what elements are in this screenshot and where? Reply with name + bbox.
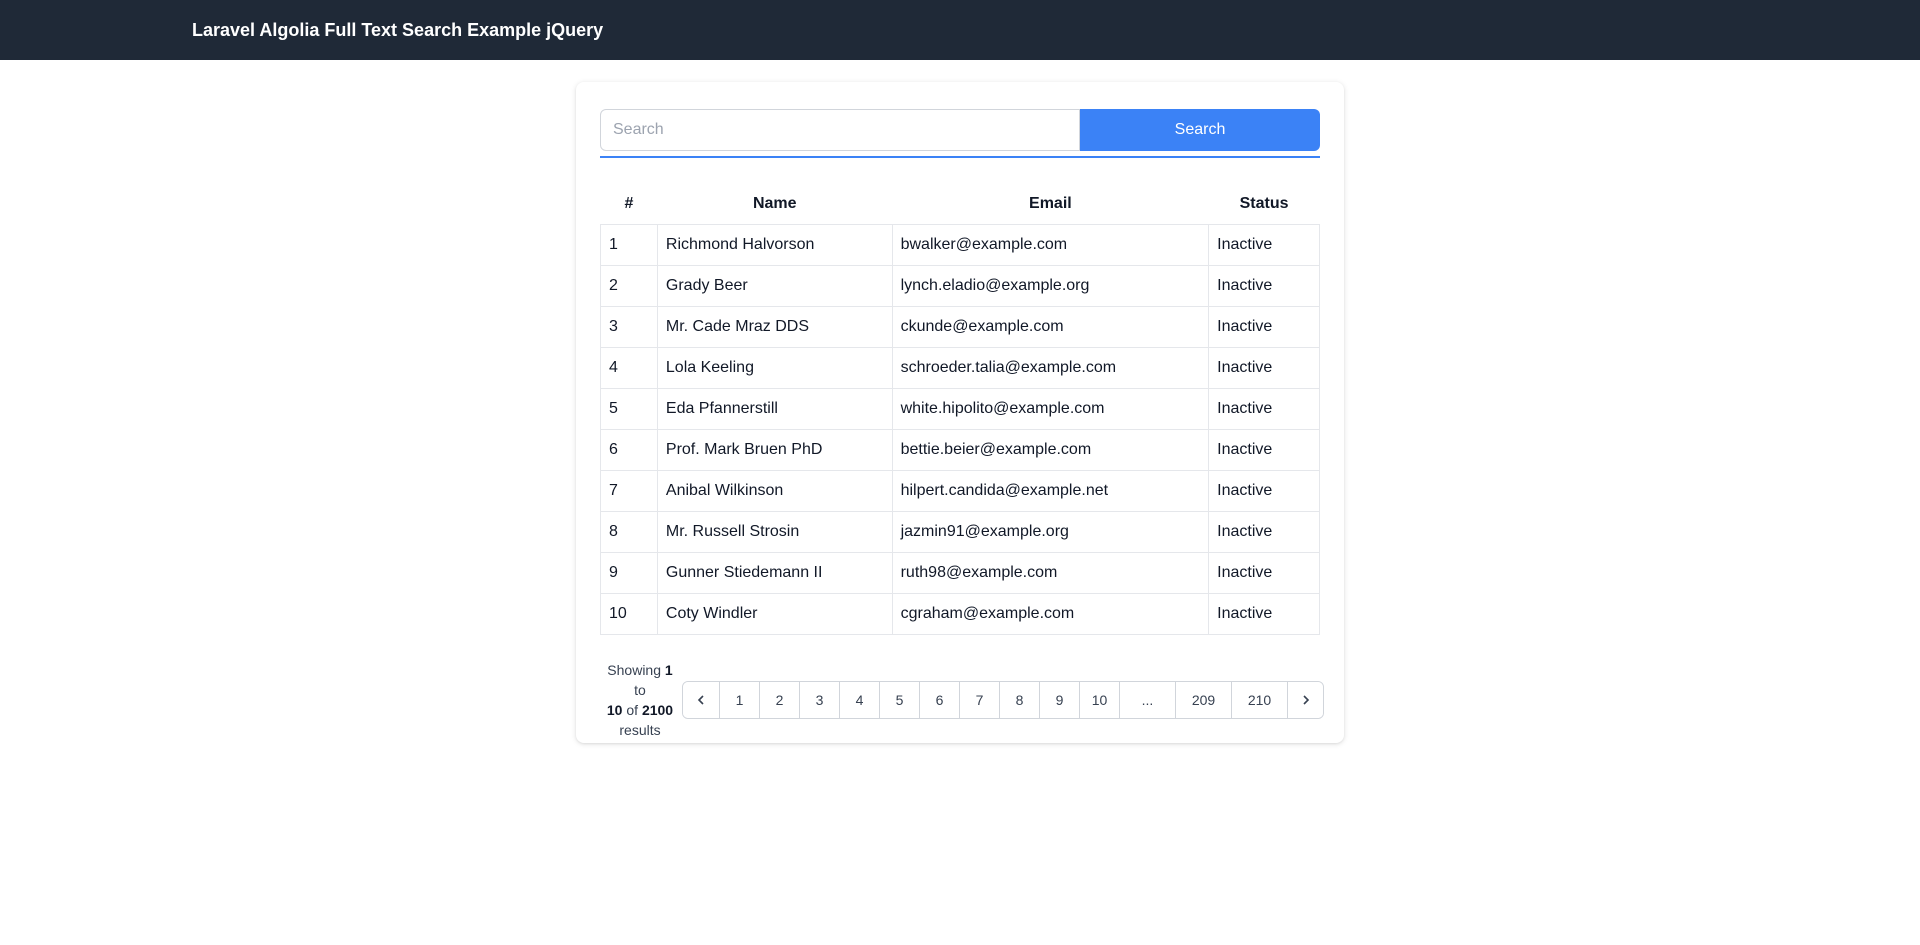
page-ellipsis: ... xyxy=(1119,682,1175,718)
results-total: 2100 xyxy=(641,702,674,718)
row-status: Inactive xyxy=(1208,511,1320,553)
row-status: Inactive xyxy=(1208,593,1320,635)
row-name: Coty Windler xyxy=(656,593,893,635)
search-button[interactable]: Search xyxy=(1080,109,1320,151)
table-row: 8 Mr. Russell Strosin jazmin91@example.org… xyxy=(600,511,1320,553)
column-header-email: Email xyxy=(1029,195,1072,212)
row-number: 8 xyxy=(600,511,658,553)
row-name: Mr. Cade Mraz DDS xyxy=(656,306,893,348)
row-number: 7 xyxy=(600,470,658,512)
page-button[interactable]: 5 xyxy=(879,682,919,718)
showing-label: Showing xyxy=(607,662,661,678)
row-email: schroeder.talia@example.com xyxy=(891,347,1210,389)
of-label: of xyxy=(626,702,639,718)
row-status: Inactive xyxy=(1208,224,1320,266)
row-number: 5 xyxy=(600,388,658,430)
results-summary: Showing 1 to 10 of 2100 results xyxy=(600,660,680,740)
divider xyxy=(600,156,1320,158)
table-row: 3 Mr. Cade Mraz DDS ckunde@example.com Inac… xyxy=(600,306,1320,348)
page-button[interactable]: 6 xyxy=(919,682,959,718)
row-name: Gunner Stiedemann II xyxy=(656,552,893,594)
pagination: 1 2 3 4 5 6 7 8 9 10... 209 210 xyxy=(682,681,1324,719)
page-button[interactable]: 8 xyxy=(999,682,1039,718)
row-status: Inactive xyxy=(1208,470,1320,512)
page-button[interactable]: 7 xyxy=(959,682,999,718)
row-number: 10 xyxy=(600,593,658,635)
chevron-left-icon xyxy=(697,695,704,705)
table-row: 7 Anibal Wilkinson hilpert.candida@example… xyxy=(600,470,1320,512)
row-name: Prof. Mark Bruen PhD xyxy=(656,429,893,471)
navbar-title[interactable]: Laravel Algolia Full Text Search Example… xyxy=(192,20,603,41)
pagination-bar: Showing 1 to 10 of 2100 results 12345678… xyxy=(600,660,1324,740)
next-page-button[interactable] xyxy=(1287,682,1323,718)
row-name: Richmond Halvorson xyxy=(656,224,893,266)
column-header-status: Status xyxy=(1239,195,1289,212)
row-status: Inactive xyxy=(1208,552,1320,594)
row-name: Eda Pfannerstill xyxy=(656,388,893,430)
row-name: Mr. Russell Strosin xyxy=(656,511,893,553)
table-row: 5 Eda Pfannerstill white.hipolito@example.… xyxy=(600,388,1320,430)
row-status: Inactive xyxy=(1208,265,1320,307)
page-button[interactable]: 4 xyxy=(839,682,879,718)
page-button[interactable]: 1 xyxy=(719,682,759,718)
row-name: Anibal Wilkinson xyxy=(656,470,893,512)
row-email: jazmin91@example.org xyxy=(891,511,1210,553)
table-row: 9 Gunner Stiedemann II ruth98@example.com I… xyxy=(600,552,1320,594)
row-email: cgraham@example.com xyxy=(891,593,1210,635)
row-name: Lola Keeling xyxy=(656,347,893,389)
to-label: to xyxy=(634,682,646,698)
previous-page-button[interactable] xyxy=(683,682,719,718)
search-input[interactable] xyxy=(600,109,1080,151)
row-number: 6 xyxy=(600,429,658,471)
row-number: 4 xyxy=(600,347,658,389)
table-row: 6 Prof. Mark Bruen PhD bettie.beier@exampl… xyxy=(600,429,1320,471)
row-status: Inactive xyxy=(1208,429,1320,471)
row-email: lynch.eladio@example.org xyxy=(891,265,1210,307)
column-header-number: # xyxy=(624,195,634,212)
table-header-row: # Name Email Status xyxy=(601,184,1320,225)
row-email: hilpert.candida@example.net xyxy=(891,470,1210,512)
row-status: Inactive xyxy=(1208,306,1320,348)
page-button[interactable]: 209 xyxy=(1175,682,1231,718)
page-button[interactable]: 10 xyxy=(1079,682,1119,718)
row-email: ckunde@example.com xyxy=(891,306,1210,348)
column-header-name: Name xyxy=(752,195,797,212)
row-number: 3 xyxy=(600,306,658,348)
navbar: Laravel Algolia Full Text Search Example… xyxy=(0,0,1920,60)
row-email: bettie.beier@example.com xyxy=(891,429,1210,471)
row-name: Grady Beer xyxy=(656,265,893,307)
row-email: white.hipolito@example.com xyxy=(891,388,1210,430)
row-status: Inactive xyxy=(1208,388,1320,430)
page-button[interactable]: 3 xyxy=(799,682,839,718)
row-number: 9 xyxy=(600,552,658,594)
row-email: bwalker@example.com xyxy=(891,224,1210,266)
page-button[interactable]: 2 xyxy=(759,682,799,718)
results-to: 10 xyxy=(606,702,623,718)
results-from: 1 xyxy=(664,662,673,678)
table-row: 2 Grady Beer lynch.eladio@example.org Inact… xyxy=(600,265,1320,307)
results-label: results xyxy=(619,722,661,738)
page-button[interactable]: 210 xyxy=(1231,682,1287,718)
row-number: 1 xyxy=(600,224,658,266)
search-form: Search xyxy=(600,109,1320,151)
row-email: ruth98@example.com xyxy=(891,552,1210,594)
table-row: 4 Lola Keeling schroeder.talia@example.com… xyxy=(600,347,1320,389)
row-number: 2 xyxy=(600,265,658,307)
table-body: 1 Richmond Halvorson bwalker@example.com In… xyxy=(600,224,1320,635)
users-table: # Name Email Status 1 Richmond Halvorson b… xyxy=(600,184,1320,635)
row-status: Inactive xyxy=(1208,347,1320,389)
table-row: 1 Richmond Halvorson bwalker@example.com In… xyxy=(600,224,1320,266)
search-card: Search # Name Email Status 1Richmond Hal… xyxy=(576,82,1344,743)
page-button[interactable]: 9 xyxy=(1039,682,1079,718)
table-row: 10 Coty Windler cgraham@example.com Inactiv… xyxy=(600,593,1320,635)
chevron-right-icon xyxy=(1302,695,1309,705)
